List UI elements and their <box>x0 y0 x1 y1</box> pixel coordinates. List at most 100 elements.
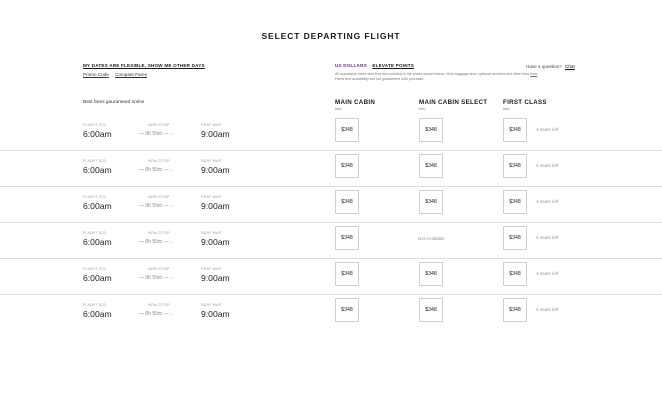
arrival-time: 9:00am <box>201 273 230 283</box>
fare-disclaimer: All mandatory taxes and fees are include… <box>335 72 575 82</box>
cabin-header-main: MAIN CABIN <box>335 99 376 106</box>
arrow-right-icon: —→ <box>162 203 174 209</box>
disclaimer-text-2: Fares and availability are not guarantee… <box>335 77 425 82</box>
us-dollars-toggle[interactable]: US DOLLARS <box>335 63 367 68</box>
flight-number: FLIGHT 923 <box>83 159 106 163</box>
flight-number: FLIGHT 923 <box>83 267 106 271</box>
departure-time: 6:00am <box>83 309 112 319</box>
seat-map-link[interactable]: SEAT MAP <box>201 159 221 163</box>
fare-main-cabin-button[interactable]: $348 <box>335 262 359 286</box>
stops-label: NON-STOP <box>148 195 170 199</box>
help-question: Have a question? Chat <box>526 64 575 69</box>
cabin-header-select: MAIN CABIN SELECT <box>419 99 488 106</box>
duration-text: 6h 55m <box>145 311 163 317</box>
departure-time: 6:00am <box>83 129 112 139</box>
fare-main-cabin-button[interactable]: $348 <box>335 118 359 142</box>
seats-left-note: 4 seats left <box>536 163 559 168</box>
seat-map-link[interactable]: SEAT MAP <box>201 195 221 199</box>
arrow-right-icon: —→ <box>162 239 174 245</box>
departure-time: 6:00am <box>83 237 112 247</box>
seats-left-note: 4 seats left <box>536 199 559 204</box>
duration-text: 6h 55m <box>145 203 163 209</box>
flight-number: FLIGHT 923 <box>83 123 106 127</box>
chat-link[interactable]: Chat <box>565 64 575 69</box>
duration-text: 6h 55m <box>145 131 163 137</box>
flight-row: FLIGHT 923 6:00am NON-STOP — 6h 55m —→ SEAT … <box>0 114 662 151</box>
arrow-right-icon: —→ <box>162 167 174 173</box>
seats-left-note: 4 seats left <box>536 127 559 132</box>
fare-first-class-button[interactable]: $348 <box>503 262 527 286</box>
arrow-right-icon: —→ <box>162 131 174 137</box>
fare-not-available: Not Available <box>418 236 445 241</box>
stops-label: NON-STOP <box>148 159 170 163</box>
flight-number: FLIGHT 923 <box>83 231 106 235</box>
arrival-time: 9:00am <box>201 165 230 175</box>
flight-duration: — 6h 55m —→ <box>139 311 173 317</box>
arrow-right-icon: —→ <box>162 311 174 317</box>
compare-fares-link[interactable]: Compare Fares <box>115 72 147 77</box>
flight-row: FLIGHT 923 6:00am NON-STOP — 6h 55m —→ SEAT … <box>0 294 662 330</box>
fare-main-cabin-select-button[interactable]: $348 <box>419 190 443 214</box>
flight-duration: — 6h 55m —→ <box>139 239 173 245</box>
seats-left-note: 4 seats left <box>536 307 559 312</box>
arrow-right-icon: —→ <box>162 275 174 281</box>
baggage-fees-link[interactable]: here <box>530 72 537 76</box>
departure-time: 6:00am <box>83 273 112 283</box>
stops-label: NON-STOP <box>148 231 170 235</box>
flight-number: FLIGHT 923 <box>83 303 106 307</box>
flight-duration: — 6h 55m —→ <box>139 167 173 173</box>
flight-row: FLIGHT 923 6:00am NON-STOP — 6h 55m —→ SEAT … <box>0 186 662 223</box>
flight-row: FLIGHT 923 6:00am NON-STOP — 6h 55m —→ SEAT … <box>0 150 662 187</box>
flight-duration: — 6h 55m —→ <box>139 131 173 137</box>
fare-first-class-button[interactable]: $348 <box>503 154 527 178</box>
fare-main-cabin-select-button[interactable]: $348 <box>419 118 443 142</box>
seats-left-note: 4 seats left <box>536 271 559 276</box>
fare-main-cabin-button[interactable]: $348 <box>335 298 359 322</box>
fare-main-cabin-select-button[interactable]: $348 <box>419 298 443 322</box>
fare-main-cabin-button[interactable]: $348 <box>335 190 359 214</box>
fare-main-cabin-select-button[interactable]: $348 <box>419 154 443 178</box>
flight-duration: — 6h 55m —→ <box>139 203 173 209</box>
best-fares-note: Best fares gauranteed online <box>83 100 145 105</box>
arrival-time: 9:00am <box>201 309 230 319</box>
elevate-points-toggle[interactable]: ELEVATE POINTS <box>372 63 414 68</box>
seat-map-link[interactable]: SEAT MAP <box>201 303 221 307</box>
page-title: SELECT DEPARTING FLIGHT <box>261 31 401 41</box>
question-text: Have a question? <box>526 64 562 69</box>
arrival-time: 9:00am <box>201 129 230 139</box>
fare-main-cabin-button[interactable]: $348 <box>335 226 359 250</box>
arrival-time: 9:00am <box>201 201 230 211</box>
flight-number: FLIGHT 923 <box>83 195 106 199</box>
duration-text: 6h 55m <box>145 275 163 281</box>
cabin-header-first: FIRST CLASS <box>503 99 547 106</box>
promo-code-link[interactable]: Promo Code <box>83 72 109 77</box>
cabin-info-main[interactable]: Info <box>335 107 341 111</box>
seat-map-link[interactable]: SEAT MAP <box>201 231 221 235</box>
fare-main-cabin-button[interactable]: $348 <box>335 154 359 178</box>
fare-first-class-button[interactable]: $348 <box>503 298 527 322</box>
flexible-dates-link[interactable]: MY DATES ARE FLEXIBLE, SHOW ME OTHER DAY… <box>83 63 205 68</box>
duration-text: 6h 55m <box>145 167 163 173</box>
duration-text: 6h 55m <box>145 239 163 245</box>
fare-links: Promo Code Compare Fares <box>83 72 152 77</box>
currency-selector: US DOLLARS ELEVATE POINTS <box>335 63 414 68</box>
flight-row: FLIGHT 923 6:00am NON-STOP — 6h 55m —→ SEAT … <box>0 258 662 295</box>
stops-label: NON-STOP <box>148 303 170 307</box>
fare-main-cabin-select-button[interactable]: $348 <box>419 262 443 286</box>
stops-label: NON-STOP <box>148 123 170 127</box>
fare-first-class-button[interactable]: $348 <box>503 118 527 142</box>
seat-map-link[interactable]: SEAT MAP <box>201 267 221 271</box>
cabin-info-first[interactable]: Info <box>503 107 509 111</box>
fare-first-class-button[interactable]: $348 <box>503 190 527 214</box>
disclaimer-text: All mandatory taxes and fees are include… <box>335 72 530 76</box>
flight-row: FLIGHT 923 6:00am NON-STOP — 6h 55m —→ SEAT … <box>0 222 662 259</box>
departure-time: 6:00am <box>83 201 112 211</box>
stops-label: NON-STOP <box>148 267 170 271</box>
fare-first-class-button[interactable]: $348 <box>503 226 527 250</box>
flight-duration: — 6h 55m —→ <box>139 275 173 281</box>
seat-map-link[interactable]: SEAT MAP <box>201 123 221 127</box>
seats-left-note: 4 seats left <box>536 235 559 240</box>
arrival-time: 9:00am <box>201 237 230 247</box>
cabin-info-select[interactable]: Info <box>419 107 425 111</box>
departure-time: 6:00am <box>83 165 112 175</box>
